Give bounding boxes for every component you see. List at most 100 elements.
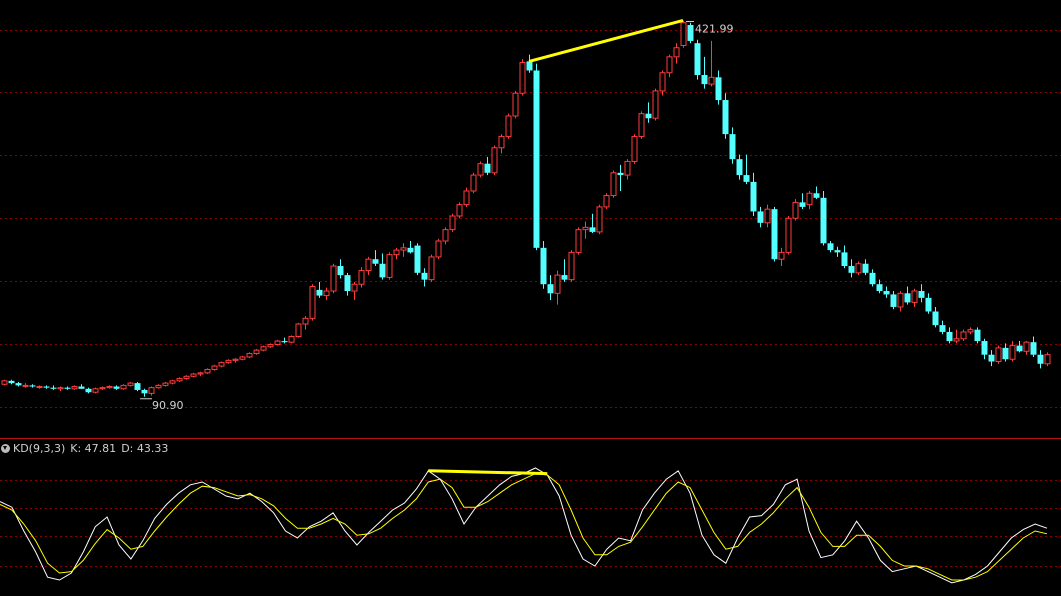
candle-body: [974, 329, 981, 342]
candle-body: [659, 72, 666, 92]
candle-body: [547, 284, 554, 294]
candle: [638, 111, 645, 139]
candle: [127, 381, 134, 387]
candle: [568, 250, 575, 282]
candle: [211, 364, 218, 371]
candle-body: [99, 387, 106, 390]
candle-body: [1016, 345, 1023, 352]
candle-body: [197, 372, 204, 375]
candle-body: [533, 70, 540, 248]
candle: [533, 63, 540, 251]
candle-body: [694, 43, 701, 76]
candle-body: [932, 311, 939, 326]
candle: [722, 93, 729, 139]
candle: [470, 172, 477, 194]
candle-body: [778, 251, 785, 260]
candle-body: [267, 343, 274, 348]
candle: [428, 254, 435, 282]
candle: [190, 372, 197, 378]
candle-body: [645, 113, 652, 119]
candle: [610, 170, 617, 198]
candle-body: [127, 382, 134, 386]
candle-body: [449, 215, 456, 231]
candle-body: [862, 263, 869, 273]
candle-body: [365, 258, 372, 272]
candle-body: [78, 386, 85, 389]
kd-indicator-name[interactable]: KD(9,3,3): [13, 442, 65, 455]
candle: [603, 193, 610, 210]
max-price-label: 421.99: [695, 22, 734, 35]
candle-body: [890, 294, 897, 307]
candle-body: [750, 181, 757, 212]
candle-body: [904, 293, 911, 303]
candle-body: [806, 192, 813, 206]
candle-body: [953, 338, 960, 342]
candle-body: [288, 336, 295, 343]
candle-body: [631, 135, 638, 162]
candle-body: [911, 290, 918, 303]
candle-body: [337, 266, 344, 276]
candle: [204, 368, 211, 375]
candle: [974, 327, 981, 344]
candle-body: [771, 209, 778, 260]
candle-body: [1030, 342, 1037, 355]
candle-body: [491, 147, 498, 174]
candle-body: [204, 368, 211, 374]
candle-body: [1, 380, 8, 385]
candle-body: [827, 243, 834, 251]
stock-chart[interactable]: 421.99 90.90: [0, 0, 1061, 596]
candle-body: [435, 240, 442, 258]
candle-body: [260, 346, 267, 351]
candle-body: [218, 362, 225, 367]
candle-body: [400, 247, 407, 251]
candle-body: [351, 283, 358, 292]
candle-body: [239, 356, 246, 360]
candle-body: [764, 208, 771, 224]
candle-body: [995, 347, 1002, 363]
candle-body: [1009, 345, 1016, 360]
candle-body: [673, 47, 680, 58]
candle-body: [708, 76, 715, 85]
candle: [449, 213, 456, 232]
candle: [162, 381, 169, 387]
candle-body: [92, 388, 99, 393]
candle-body: [512, 92, 519, 117]
candle-body: [624, 160, 631, 176]
candle-body: [148, 387, 155, 394]
candle-body: [666, 56, 673, 74]
candle: [491, 145, 498, 176]
candle: [169, 379, 176, 385]
candle: [134, 381, 141, 392]
candle-body: [1044, 354, 1051, 365]
candle: [120, 384, 127, 390]
candle-body: [211, 365, 218, 370]
candle-body: [617, 172, 624, 176]
candle-body: [155, 384, 162, 389]
candle-body: [295, 323, 302, 338]
candle-body: [29, 385, 36, 387]
candle-body: [281, 341, 288, 343]
candle-body: [652, 90, 659, 119]
candle: [295, 322, 302, 338]
candle-body: [379, 263, 386, 278]
candle: [414, 243, 421, 276]
candle-body: [64, 387, 71, 389]
candle-body: [498, 135, 505, 149]
candle-body: [120, 384, 127, 390]
candle-body: [540, 247, 547, 285]
indicator-menu-icon[interactable]: [1, 444, 10, 453]
candle-body: [722, 100, 729, 135]
candle-body: [519, 62, 526, 94]
candle-body: [85, 388, 92, 393]
candle-body: [715, 77, 722, 101]
candle: [246, 352, 253, 359]
candle-body: [183, 375, 190, 380]
candle: [218, 361, 225, 368]
candle: [771, 206, 778, 262]
candle-body: [743, 175, 750, 182]
candle: [260, 345, 267, 352]
candle-body: [463, 190, 470, 206]
candle-body: [841, 252, 848, 267]
candle: [785, 216, 792, 255]
candle-body: [946, 331, 953, 342]
